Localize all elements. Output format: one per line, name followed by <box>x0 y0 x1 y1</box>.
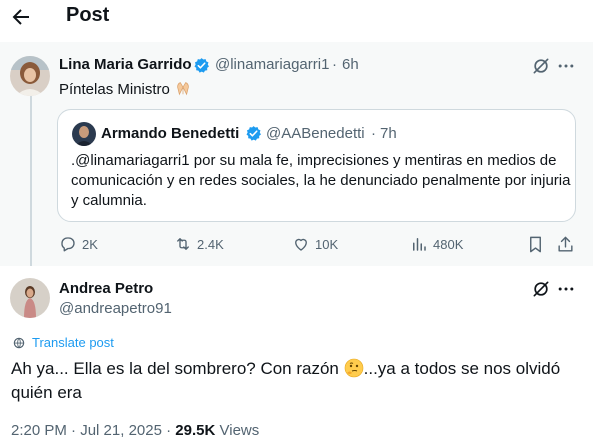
globe-icon <box>13 337 25 348</box>
reply-icon <box>61 237 75 252</box>
avatar-armando[interactable] <box>72 122 96 146</box>
back-arrow-icon[interactable] <box>9 5 33 29</box>
translate-post-link[interactable]: Translate post <box>12 335 114 350</box>
thinking-face-emoji <box>344 358 363 378</box>
top-bar: Post <box>0 0 608 34</box>
verified-badge-icon <box>194 58 209 73</box>
views-action[interactable]: 480K <box>410 235 463 253</box>
quote-author-handle[interactable]: @AABenedetti <box>266 125 365 142</box>
bookmark-icon[interactable] <box>526 235 545 254</box>
reply-text: Píntelas Ministro <box>59 79 192 100</box>
page-title: Post <box>66 4 110 26</box>
post-views-separator: · <box>166 422 172 439</box>
post-views-label: Views <box>219 422 260 439</box>
post-views-count: 29.5K <box>175 422 216 439</box>
repost-action[interactable]: 2.4K <box>174 235 224 253</box>
views-icon <box>413 238 426 251</box>
post-text: Ah ya... Ella es la del sombrero? Con ra… <box>11 357 591 405</box>
post-author-name[interactable]: Andrea Petro <box>59 280 153 297</box>
thread-line <box>30 96 32 266</box>
translate-label: Translate post <box>32 335 114 350</box>
reply-text-content: Píntelas Ministro <box>59 81 170 98</box>
reply-action[interactable]: 2K <box>59 235 98 253</box>
like-count: 10K <box>315 236 339 252</box>
reply-author-name[interactable]: Lina Maria Garrido <box>59 56 192 73</box>
quote-time-separator: · <box>371 125 376 142</box>
quote-time[interactable]: 7h <box>380 125 397 142</box>
reply-time[interactable]: 6h <box>342 56 359 73</box>
post-author-handle[interactable]: @andreapetro91 <box>59 300 172 317</box>
repost-count: 2.4K <box>197 236 224 252</box>
avatar-andrea[interactable] <box>10 278 50 318</box>
grok-icon[interactable] <box>531 56 551 76</box>
heart-icon <box>295 238 307 251</box>
share-icon[interactable] <box>556 235 575 254</box>
repost-icon <box>177 238 189 250</box>
quote-text: .@linamariagarri1 por su mala fe, imprec… <box>71 152 571 209</box>
more-dots-icon[interactable] <box>556 279 576 299</box>
post-time[interactable]: 2:20 PM <box>11 422 67 439</box>
post-date-separator: · <box>71 422 77 439</box>
grok-icon[interactable] <box>531 279 551 299</box>
post-date[interactable]: Jul 21, 2025 <box>80 422 162 439</box>
views-count: 480K <box>433 236 464 252</box>
reply-time-separator: · <box>332 56 337 73</box>
avatar-lina[interactable] <box>10 56 50 96</box>
more-dots-icon[interactable] <box>556 56 576 76</box>
reply-count: 2K <box>82 236 98 252</box>
reply-author-handle[interactable]: @linamariagarri1 <box>215 56 329 73</box>
post-meta: 2:20 PM · Jul 21, 2025 · 29.5K Views <box>11 422 259 439</box>
folded-hands-emoji <box>177 82 189 96</box>
quote-author-name[interactable]: Armando Benedetti <box>101 125 239 142</box>
post-text-part-1: Ah ya... Ella es la del sombrero? Con ra… <box>11 359 344 378</box>
like-action[interactable]: 10K <box>292 235 338 253</box>
verified-badge-icon <box>246 126 261 141</box>
